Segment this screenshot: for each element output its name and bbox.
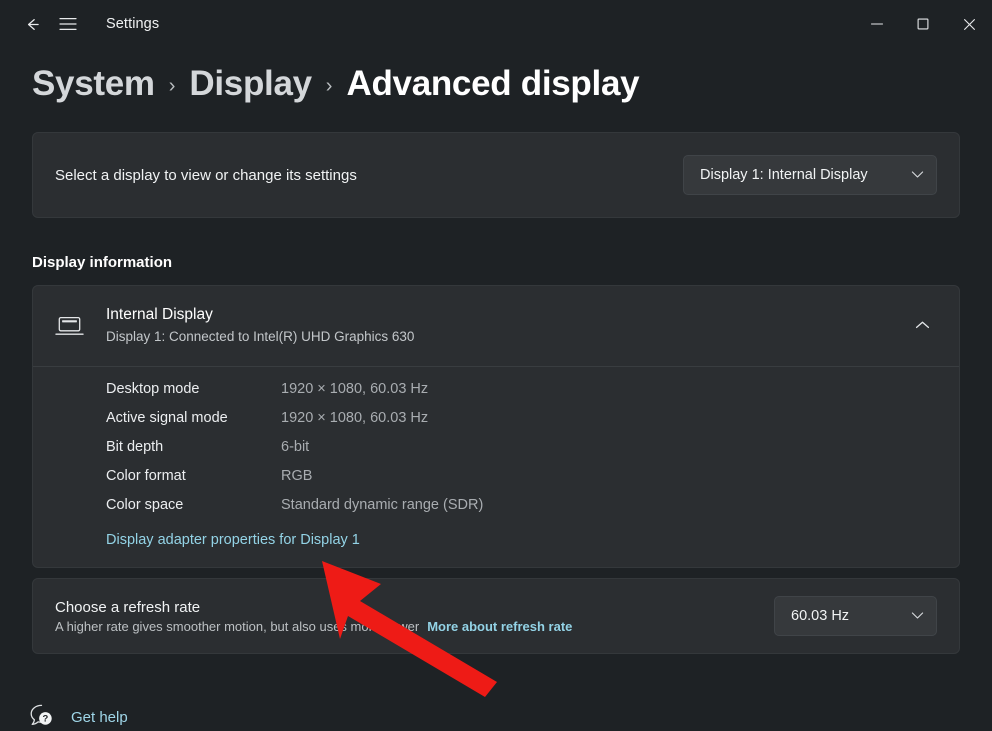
back-button[interactable] bbox=[14, 8, 50, 40]
info-row-active-signal-mode: Active signal mode 1920 × 1080, 60.03 Hz bbox=[106, 410, 937, 439]
breadcrumb-item-display[interactable]: Display bbox=[189, 64, 312, 104]
refresh-rate-texts: Choose a refresh rate A higher rate give… bbox=[55, 599, 572, 634]
display-device-subtitle: Display 1: Connected to Intel(R) UHD Gra… bbox=[106, 329, 415, 345]
info-row-desktop-mode: Desktop mode 1920 × 1080, 60.03 Hz bbox=[106, 381, 937, 410]
info-row-color-format: Color format RGB bbox=[106, 468, 937, 497]
select-display-dropdown[interactable]: Display 1: Internal Display bbox=[683, 155, 937, 195]
hamburger-menu-icon bbox=[59, 17, 77, 31]
info-key: Active signal mode bbox=[106, 410, 228, 426]
window-controls bbox=[854, 0, 992, 48]
info-value: 1920 × 1080, 60.03 Hz bbox=[281, 410, 429, 426]
svg-text:?: ? bbox=[42, 714, 48, 725]
window-title: Settings bbox=[106, 16, 160, 32]
display-information-header-row[interactable]: Internal Display Display 1: Connected to… bbox=[33, 286, 959, 366]
breadcrumb-separator-2: › bbox=[325, 74, 333, 97]
info-key: Color format bbox=[106, 468, 186, 484]
select-display-dropdown-value: Display 1: Internal Display bbox=[700, 167, 868, 183]
title-bar: Settings bbox=[0, 0, 992, 48]
breadcrumb-item-advanced-display: Advanced display bbox=[346, 64, 640, 103]
breadcrumb-separator-1: › bbox=[168, 74, 176, 97]
info-key: Desktop mode bbox=[106, 381, 200, 397]
help-bubble-icon: ? bbox=[28, 702, 55, 731]
chevron-up-icon bbox=[915, 317, 930, 335]
refresh-rate-title: Choose a refresh rate bbox=[55, 598, 201, 616]
refresh-rate-dropdown-value: 60.03 Hz bbox=[791, 608, 850, 624]
info-value: RGB bbox=[281, 468, 313, 484]
info-value: Standard dynamic range (SDR) bbox=[281, 497, 484, 513]
info-key: Color space bbox=[106, 497, 184, 513]
navigation-menu-button[interactable] bbox=[50, 8, 86, 40]
settings-content: Select a display to view or change its s… bbox=[0, 132, 992, 654]
breadcrumb: System › Display › Advanced display bbox=[0, 48, 992, 110]
close-button[interactable] bbox=[946, 0, 992, 48]
display-information-header-text: Internal Display Display 1: Connected to… bbox=[97, 305, 905, 346]
close-icon bbox=[962, 17, 977, 32]
refresh-rate-dropdown[interactable]: 60.03 Hz bbox=[774, 596, 937, 636]
display-information-expander-button[interactable] bbox=[905, 309, 939, 343]
chevron-down-icon bbox=[911, 607, 924, 625]
display-information-card: Internal Display Display 1: Connected to… bbox=[32, 285, 960, 568]
refresh-rate-description-row: A higher rate gives smoother motion, but… bbox=[55, 619, 572, 634]
breadcrumb-item-system[interactable]: System bbox=[32, 64, 155, 104]
select-display-card: Select a display to view or change its s… bbox=[32, 132, 960, 218]
refresh-rate-card: Choose a refresh rate A higher rate give… bbox=[32, 578, 960, 654]
back-arrow-icon bbox=[23, 15, 42, 34]
get-help-label: Get help bbox=[71, 709, 128, 726]
more-about-refresh-rate-link[interactable]: More about refresh rate bbox=[427, 619, 572, 634]
display-information-heading: Display information bbox=[32, 254, 173, 271]
select-display-label: Select a display to view or change its s… bbox=[55, 166, 357, 184]
info-value: 1920 × 1080, 60.03 Hz bbox=[281, 381, 429, 397]
minimize-icon bbox=[870, 18, 884, 30]
minimize-button[interactable] bbox=[854, 0, 900, 48]
get-help-link[interactable]: ? Get help bbox=[28, 702, 128, 731]
chevron-down-icon bbox=[911, 166, 924, 184]
info-row-bit-depth: Bit depth 6-bit bbox=[106, 439, 937, 468]
info-row-color-space: Color space Standard dynamic range (SDR) bbox=[106, 497, 937, 526]
maximize-button[interactable] bbox=[900, 0, 946, 48]
laptop-display-icon bbox=[55, 315, 97, 337]
display-information-details: Desktop mode 1920 × 1080, 60.03 Hz Activ… bbox=[33, 367, 959, 567]
display-adapter-properties-link[interactable]: Display adapter properties for Display 1 bbox=[106, 532, 360, 548]
info-key: Bit depth bbox=[106, 439, 164, 455]
info-value: 6-bit bbox=[281, 439, 310, 455]
display-device-name: Internal Display bbox=[106, 306, 213, 324]
maximize-icon bbox=[916, 17, 930, 31]
refresh-rate-description: A higher rate gives smoother motion, but… bbox=[55, 618, 420, 634]
